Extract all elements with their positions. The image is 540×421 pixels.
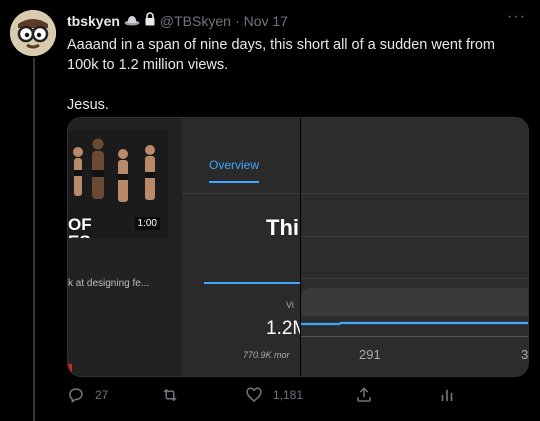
analytics-button[interactable] [438, 386, 456, 404]
tweet-date[interactable]: Nov 17 [244, 13, 288, 29]
analytics-icon [438, 386, 456, 404]
video-list-pane: OF ES 1:00 k at designing fe... [68, 118, 182, 376]
chart-area-band [301, 288, 528, 316]
retweet-icon [160, 386, 180, 404]
thumbnail-title-line2: ES [68, 233, 92, 238]
thumbnail-title: OF ES [68, 216, 92, 238]
reply-button[interactable]: 27 [67, 386, 108, 404]
tweet-header: tbskyen @TBSkyen · Nov 17 [67, 12, 288, 29]
tweet-actions: 27 1,181 [67, 386, 507, 410]
reply-icon [67, 386, 85, 404]
display-name[interactable]: tbskyen [67, 13, 120, 29]
share-button[interactable] [355, 386, 373, 404]
tab-underline [209, 181, 259, 183]
thread-line [33, 58, 35, 421]
grid-line [301, 236, 528, 237]
handle[interactable]: @TBSkyen [160, 13, 231, 29]
views-comparison: 770.9K mor [243, 350, 290, 360]
video-title[interactable]: k at designing fe... [68, 278, 149, 289]
like-button[interactable]: 1,181 [245, 386, 303, 404]
separator: · [234, 12, 240, 29]
grid-line [301, 193, 528, 194]
views-label: Vi [286, 300, 294, 310]
tab-overview[interactable]: Overview [209, 158, 259, 172]
retweet-button[interactable] [160, 386, 190, 404]
chart-pane: 291 3 [301, 118, 529, 376]
chart-axis [301, 336, 528, 337]
analytics-heading: Thi [266, 215, 299, 240]
analytics-pane: Overview Thi Vi 1.2M 770.9K mor [182, 118, 308, 376]
heart-icon [245, 386, 263, 404]
avatar[interactable] [10, 10, 56, 56]
axis-tick-label: 291 [359, 347, 381, 362]
chart-line [301, 321, 528, 326]
reply-count: 27 [95, 388, 109, 402]
grid-line [301, 278, 528, 279]
tweet-text-line1: Aaaand in a span of nine days, this shor… [67, 37, 496, 73]
video-thumbnail[interactable]: OF ES 1:00 [68, 130, 168, 238]
divider [182, 193, 300, 194]
more-options-icon[interactable]: ··· [507, 8, 526, 26]
media-image[interactable]: OF ES 1:00 k at designing fe... Overview… [67, 117, 529, 377]
tweet-text-line2: Jesus. [67, 97, 109, 113]
red-indicator [68, 364, 72, 374]
thumbnail-title-line1: OF [68, 215, 92, 234]
video-duration: 1:00 [134, 217, 160, 230]
avatar-face-icon [10, 10, 56, 56]
tweet-text: Aaaand in a span of nine days, this shor… [67, 35, 529, 115]
hat-icon [124, 13, 140, 29]
share-icon [355, 386, 373, 404]
like-count: 1,181 [273, 388, 304, 402]
axis-tick-label: 3 [521, 347, 529, 362]
lock-icon [144, 12, 156, 29]
chart-line-segment [204, 282, 300, 284]
